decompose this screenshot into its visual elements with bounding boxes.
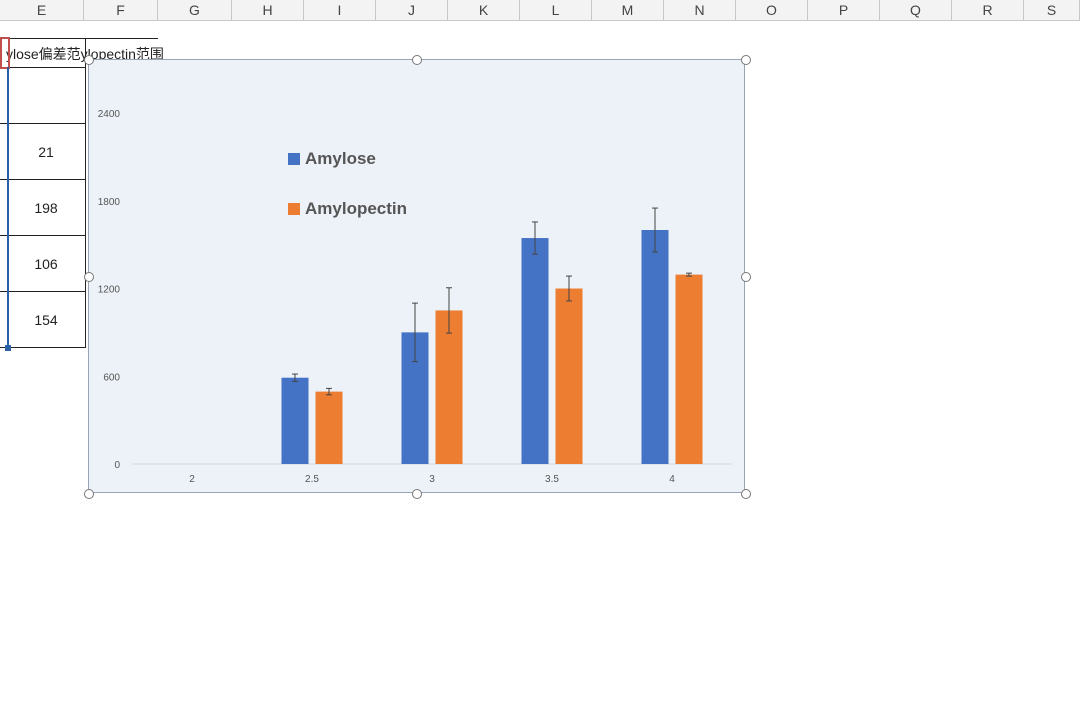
resize-handle[interactable] [412,489,422,499]
resize-handle[interactable] [741,272,751,282]
table-cell[interactable]: 154 [6,312,86,328]
legend-swatch [288,153,300,165]
y-tick-label: 1200 [98,285,121,296]
column-header-r[interactable]: R [952,0,1024,20]
table-cell[interactable]: 21 [6,144,86,160]
y-tick-label: 2400 [98,109,121,120]
resize-handle[interactable] [84,272,94,282]
column-header-j[interactable]: J [376,0,448,20]
column-header-s[interactable]: S [1024,0,1080,20]
column-header-k[interactable]: K [448,0,520,20]
column-header-q[interactable]: Q [880,0,952,20]
x-tick-label: 2.5 [305,474,319,485]
column-header-i[interactable]: I [304,0,376,20]
column-header-f[interactable]: F [84,0,158,20]
bar-amylopectin [315,391,343,464]
column-header-e[interactable]: E [0,0,84,20]
chart-area[interactable]: 0 600 1200 1800 2400 2 2.5 3 3.5 4 Amylose Amylopec… [88,59,745,493]
range-selection-blue [7,67,9,347]
y-tick-label: 0 [114,460,120,471]
bar-amylopectin [675,274,703,464]
bar-amylose [521,238,549,464]
legend-label: Amylose [305,149,376,168]
y-tick-label: 600 [103,372,120,383]
y-tick-label: 1800 [98,197,121,208]
legend-label: Amylopectin [305,199,407,218]
resize-handle[interactable] [741,55,751,65]
column-header-l[interactable]: L [520,0,592,20]
column-header-n[interactable]: N [664,0,736,20]
table-border [85,38,86,348]
bar-amylose [281,377,309,464]
legend-swatch [288,203,300,215]
resize-handle[interactable] [84,55,94,65]
table-border [0,347,86,348]
x-tick-label: 3 [429,474,435,485]
bar-amylose [641,230,669,464]
column-header-p[interactable]: P [808,0,880,20]
table-border [0,179,86,180]
column-header-m[interactable]: M [592,0,664,20]
table-cell[interactable]: 198 [6,200,86,216]
x-tick-label: 3.5 [545,474,559,485]
range-selection-handle[interactable] [5,345,11,351]
table-border [0,235,86,236]
range-selection-red [0,37,10,69]
resize-handle[interactable] [84,489,94,499]
table-border [0,67,86,68]
table-cell[interactable]: 106 [6,256,86,272]
resize-handle[interactable] [412,55,422,65]
bar-amylopectin [555,288,583,464]
table-border [0,38,158,39]
table-border [0,291,86,292]
column-header-h[interactable]: H [232,0,304,20]
table-border [0,123,86,124]
column-header-o[interactable]: O [736,0,808,20]
x-tick-label: 2 [189,474,195,485]
column-header-g[interactable]: G [158,0,232,20]
bar-chart[interactable]: 0 600 1200 1800 2400 2 2.5 3 3.5 4 Amylose Amylopec… [89,60,744,492]
x-tick-label: 4 [669,474,675,485]
resize-handle[interactable] [741,489,751,499]
